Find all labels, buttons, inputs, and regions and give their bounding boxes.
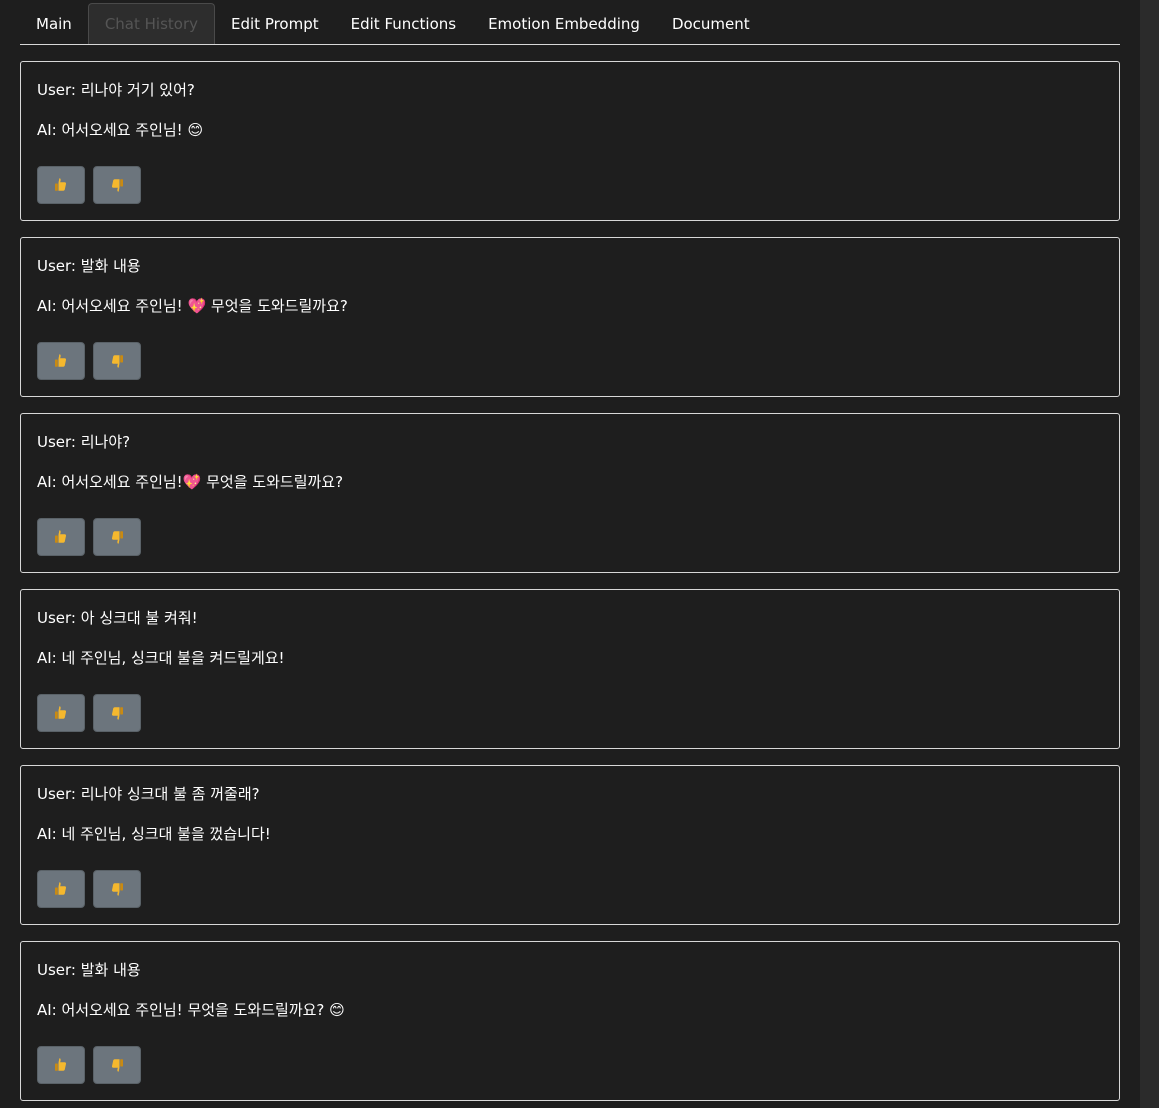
thumbs-up-button[interactable] <box>37 1046 85 1084</box>
chat-entry: User: 발화 내용 AI: 어서오세요 주인님! 무엇을 도와드릴까요? 😊 <box>20 941 1120 1101</box>
thumbs-down-icon <box>109 177 125 193</box>
user-message: User: 아 싱크대 불 켜줘! <box>37 609 198 627</box>
tab-main[interactable]: Main <box>20 4 88 44</box>
thumbs-down-button[interactable] <box>93 694 141 732</box>
chat-entry: User: 아 싱크대 불 켜줘! AI: 네 주인님, 싱크대 불을 켜드릴게… <box>20 589 1120 749</box>
ai-message: AI: 어서오세요 주인님!💖 무엇을 도와드릴까요? <box>37 473 344 491</box>
thumbs-up-icon <box>53 353 69 369</box>
ai-message: AI: 네 주인님, 싱크대 불을 껐습니다! <box>37 825 271 843</box>
thumbs-down-button[interactable] <box>93 870 141 908</box>
scrollbar-track[interactable] <box>1140 0 1159 1108</box>
chat-history-page: Main Chat History Edit Prompt Edit Funct… <box>0 0 1159 1108</box>
ai-message: AI: 어서오세요 주인님! 💖 무엇을 도와드릴까요? <box>37 297 348 315</box>
chat-entry: User: 리나야 싱크대 불 좀 꺼줄래? AI: 네 주인님, 싱크대 불을… <box>20 765 1120 925</box>
thumbs-down-button[interactable] <box>93 166 141 204</box>
tab-bar: Main Chat History Edit Prompt Edit Funct… <box>20 0 1120 45</box>
thumbs-down-button[interactable] <box>93 1046 141 1084</box>
chat-entry: User: 리나야 거기 있어? AI: 어서오세요 주인님! 😊 <box>20 61 1120 221</box>
tab-emotion-embedding[interactable]: Emotion Embedding <box>472 4 656 44</box>
user-message: User: 발화 내용 <box>37 961 141 979</box>
thumbs-up-icon <box>53 881 69 897</box>
thumbs-up-icon <box>53 529 69 545</box>
thumbs-down-icon <box>109 1057 125 1073</box>
chat-entry: User: 발화 내용 AI: 어서오세요 주인님! 💖 무엇을 도와드릴까요? <box>20 237 1120 397</box>
tab-document[interactable]: Document <box>656 4 766 44</box>
thumbs-up-button[interactable] <box>37 694 85 732</box>
ai-message: AI: 네 주인님, 싱크대 불을 켜드릴게요! <box>37 649 285 667</box>
thumbs-up-icon <box>53 177 69 193</box>
tab-edit-functions[interactable]: Edit Functions <box>335 4 472 44</box>
thumbs-up-button[interactable] <box>37 342 85 380</box>
ai-message: AI: 어서오세요 주인님! 무엇을 도와드릴까요? 😊 <box>37 1001 345 1019</box>
thumbs-down-icon <box>109 529 125 545</box>
thumbs-up-button[interactable] <box>37 870 85 908</box>
ai-message: AI: 어서오세요 주인님! 😊 <box>37 121 204 139</box>
thumbs-down-icon <box>109 705 125 721</box>
user-message: User: 리나야? <box>37 433 131 451</box>
chat-entry: User: 리나야? AI: 어서오세요 주인님!💖 무엇을 도와드릴까요? <box>20 413 1120 573</box>
user-message: User: 리나야 싱크대 불 좀 꺼줄래? <box>37 785 260 803</box>
user-message: User: 발화 내용 <box>37 257 141 275</box>
thumbs-up-button[interactable] <box>37 166 85 204</box>
user-message: User: 리나야 거기 있어? <box>37 81 195 99</box>
chat-history-list: User: 리나야 거기 있어? AI: 어서오세요 주인님! 😊 User: … <box>20 61 1120 1108</box>
tab-chat-history[interactable]: Chat History <box>87 3 215 44</box>
thumbs-up-button[interactable] <box>37 518 85 556</box>
tab-edit-prompt[interactable]: Edit Prompt <box>215 4 335 44</box>
thumbs-down-button[interactable] <box>93 342 141 380</box>
thumbs-down-button[interactable] <box>93 518 141 556</box>
thumbs-down-icon <box>109 881 125 897</box>
thumbs-up-icon <box>53 705 69 721</box>
thumbs-down-icon <box>109 353 125 369</box>
thumbs-up-icon <box>53 1057 69 1073</box>
